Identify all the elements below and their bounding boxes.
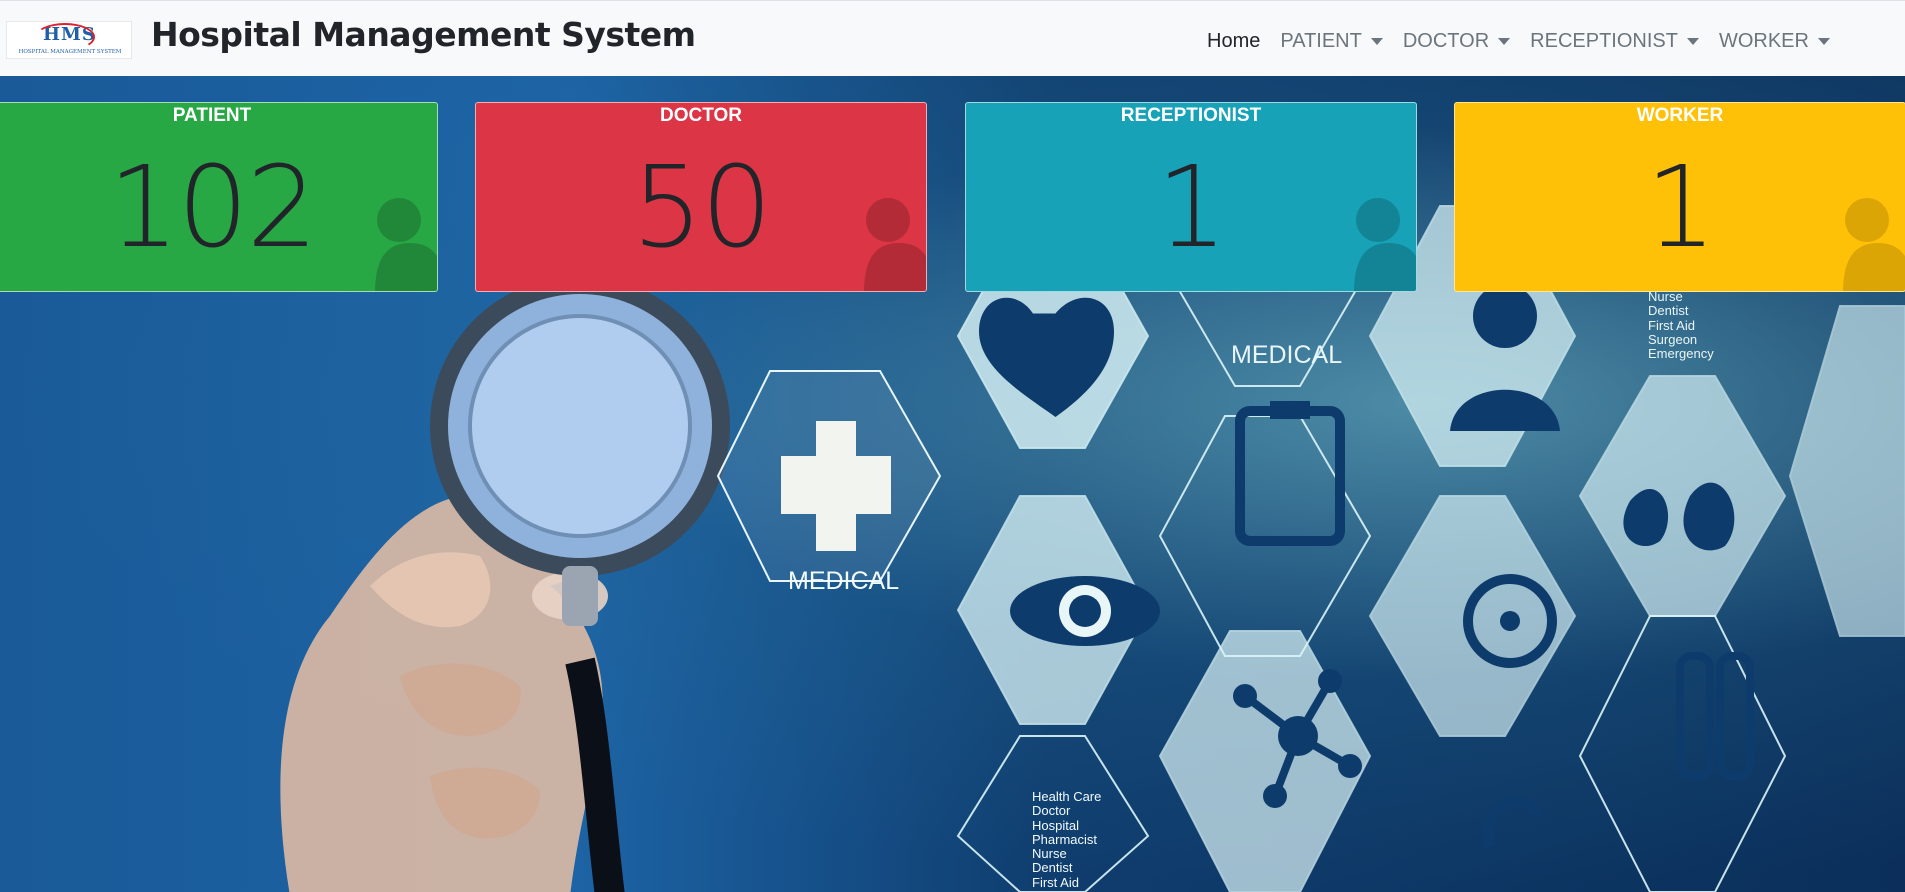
hex-list-item: Emergency	[1648, 346, 1714, 362]
hex-list-item: First Aid	[1648, 317, 1695, 333]
medical-label: MEDICAL	[788, 567, 900, 595]
card-title: PATIENT	[172, 105, 252, 126]
hex-list-item: Dentist	[1032, 860, 1073, 876]
hex-list-item: Pharmacist	[1032, 831, 1098, 847]
patient-stat-card[interactable]: PATIENT 102	[0, 102, 438, 292]
medical-label: MEDICAL	[1231, 341, 1343, 369]
hex-list-item: Dentist	[1648, 303, 1689, 319]
hex-list-item: Surgeon	[1648, 331, 1698, 347]
nav-item-label: WORKER	[1718, 30, 1809, 52]
hex-list-bottom: Health Care Doctor Hospital Pharmacist N…	[1032, 789, 1102, 890]
nav-item-label: PATIENT	[1280, 30, 1362, 52]
hex-list-item: Health Care	[1032, 789, 1102, 804]
nav-item-label: DOCTOR	[1402, 30, 1490, 52]
card-title: DOCTOR	[660, 105, 742, 126]
nav-item-label: RECEPTIONIST	[1530, 30, 1678, 52]
user-icon	[375, 198, 437, 291]
nav-item-home[interactable]: Home	[1207, 30, 1260, 53]
navbar: HMS HOSPITAL MANAGEMENT SYSTEM Hospital …	[0, 0, 1905, 76]
receptionist-stat-card[interactable]: RECEPTIONIST 1	[965, 102, 1417, 292]
card-title: WORKER	[1636, 105, 1724, 126]
brand-logo[interactable]: HMS HOSPITAL MANAGEMENT SYSTEM	[6, 21, 132, 59]
caret-down-icon	[1817, 38, 1830, 45]
user-icon	[1843, 198, 1905, 291]
card-value: 1	[1645, 143, 1716, 273]
caret-down-icon	[1498, 38, 1511, 45]
user-icon	[1354, 198, 1416, 291]
hex-list-item: First Aid	[1032, 874, 1079, 890]
page-title[interactable]: Hospital Management System	[151, 15, 696, 54]
hex-list-item: Doctor	[1032, 803, 1071, 819]
card-value: 1	[1156, 143, 1227, 273]
hex-list-item: Hospital	[1032, 817, 1079, 833]
hex-list-item: Nurse	[1648, 289, 1683, 304]
card-title: RECEPTIONIST	[1120, 105, 1262, 126]
nav-menu: Home PATIENT DOCTOR RECEPTIONIST WORKER	[1207, 30, 1850, 53]
nav-item-patient[interactable]: PATIENT	[1280, 30, 1383, 53]
card-value: 102	[108, 143, 318, 273]
nav-item-worker[interactable]: WORKER	[1719, 30, 1830, 53]
stat-cards: PATIENT 102 DOCTOR 50 RECEPTIONIST 1 WOR…	[0, 102, 1905, 292]
nav-item-doctor[interactable]: DOCTOR	[1402, 30, 1511, 53]
caret-down-icon	[1370, 38, 1383, 45]
logo-subtitle: HOSPITAL MANAGEMENT SYSTEM	[18, 49, 122, 55]
hex-list-item: Nurse	[1032, 846, 1067, 862]
nav-item-receptionist[interactable]: RECEPTIONIST	[1530, 30, 1699, 53]
logo-mark: HMS	[35, 23, 96, 51]
nav-item-label: Home	[1207, 30, 1261, 52]
hex-list-top: Nurse Dentist First Aid Surgeon Emergenc…	[1648, 289, 1714, 362]
card-value: 50	[631, 143, 773, 273]
user-icon	[864, 198, 926, 291]
worker-stat-card[interactable]: WORKER 1	[1454, 102, 1905, 292]
doctor-stat-card[interactable]: DOCTOR 50	[475, 102, 927, 292]
caret-down-icon	[1686, 38, 1699, 45]
